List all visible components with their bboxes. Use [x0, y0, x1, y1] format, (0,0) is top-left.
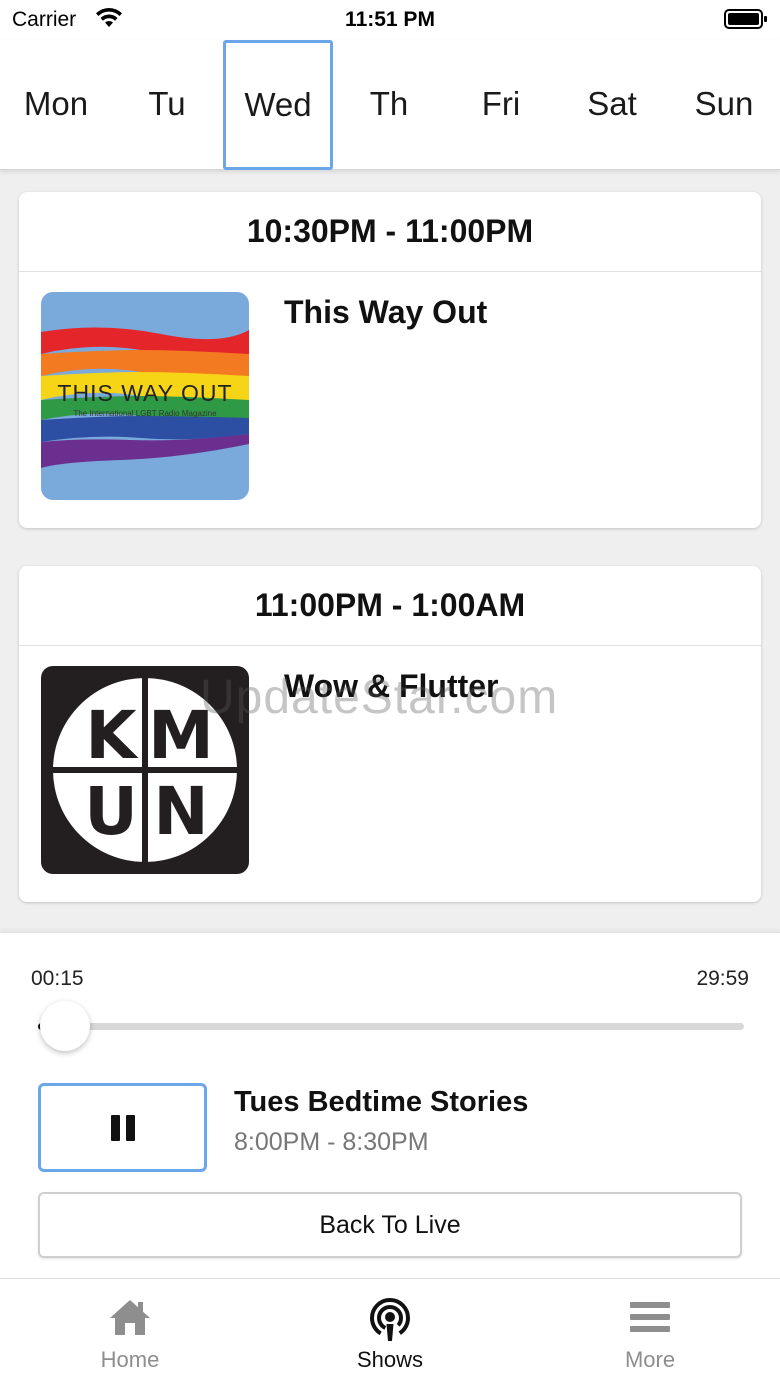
svg-text:N: N: [153, 773, 208, 850]
show-artwork-this-way-out: THIS WAY OUT The International LGBT Radi…: [41, 292, 249, 500]
total-time: 29:59: [696, 967, 749, 990]
show-artwork-kmun-logo: K M U N: [41, 666, 249, 874]
svg-text:U: U: [84, 773, 138, 850]
progress-slider-track[interactable]: [38, 1023, 744, 1030]
tab-shows[interactable]: Shows: [260, 1279, 520, 1387]
tab-bar: Home Shows More: [0, 1278, 780, 1387]
day-tab-sat[interactable]: Sat: [557, 40, 667, 168]
now-playing-time: 8:00PM - 8:30PM: [234, 1128, 429, 1156]
home-icon: [110, 1300, 150, 1335]
clock: 11:51 PM: [345, 8, 435, 31]
show-title: This Way Out: [284, 294, 488, 330]
show-time: 11:00PM - 1:00AM: [19, 566, 761, 646]
svg-text:K: K: [85, 697, 139, 774]
status-bar: Carrier 11:51 PM: [0, 0, 780, 40]
tab-more[interactable]: More: [520, 1279, 780, 1387]
audio-player: 00:15 29:59 Tues Bedtime Stories 8:00PM …: [0, 932, 780, 1280]
tab-shows-label: Shows: [356, 1347, 424, 1372]
show-card[interactable]: 10:30PM - 11:00PM THIS WAY OUT The Inter…: [19, 192, 761, 528]
pause-icon: [110, 1114, 135, 1141]
day-tab-mon[interactable]: Mon: [1, 40, 111, 168]
day-selector: Mon Tu Wed Th Fri Sat Sun: [0, 40, 780, 170]
tab-home-label: Home: [100, 1347, 160, 1372]
pause-button[interactable]: [38, 1083, 207, 1172]
day-tab-th[interactable]: Th: [334, 40, 444, 168]
day-tab-wed[interactable]: Wed: [223, 40, 333, 170]
tab-home[interactable]: Home: [0, 1279, 260, 1387]
now-playing-title: Tues Bedtime Stories: [234, 1086, 529, 1118]
show-time: 10:30PM - 11:00PM: [19, 192, 761, 272]
svg-text:THIS WAY OUT: THIS WAY OUT: [57, 380, 232, 406]
show-card[interactable]: 11:00PM - 1:00AM K M U N Wow & Flutter: [19, 566, 761, 902]
elapsed-time: 00:15: [31, 967, 84, 990]
progress-slider-thumb[interactable]: [40, 1001, 90, 1051]
svg-text:The International LGBT Radio M: The International LGBT Radio Magazine: [73, 409, 217, 418]
svg-text:M: M: [148, 697, 214, 774]
menu-icon: [630, 1302, 670, 1332]
day-tab-sun[interactable]: Sun: [669, 40, 779, 168]
day-tab-fri[interactable]: Fri: [446, 40, 556, 168]
tab-more-label: More: [624, 1347, 676, 1372]
back-to-live-button[interactable]: Back To Live: [38, 1192, 742, 1258]
battery-icon: [724, 9, 767, 29]
podcast-icon: [370, 1298, 410, 1341]
show-title: Wow & Flutter: [284, 668, 499, 704]
day-tab-tu[interactable]: Tu: [112, 40, 222, 168]
